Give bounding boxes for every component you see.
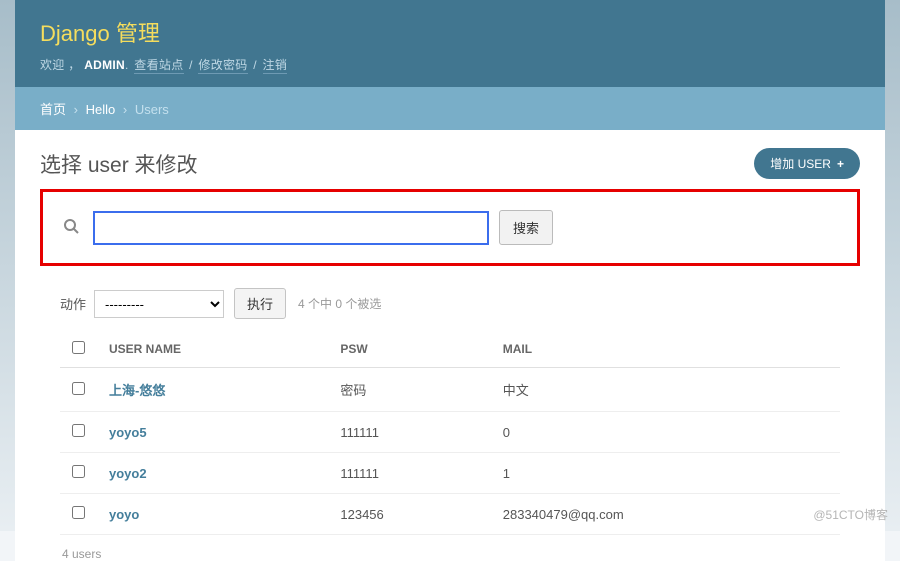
username: ADMIN (84, 58, 125, 72)
search-button[interactable]: 搜索 (499, 210, 553, 245)
plus-icon: + (837, 157, 844, 171)
go-button[interactable]: 执行 (234, 288, 286, 319)
table-row: yoyo5 1111110 (60, 412, 840, 453)
search-input[interactable] (93, 211, 489, 245)
actions-select[interactable]: --------- (94, 290, 224, 318)
breadcrumb: 首页 › Hello › Users (15, 87, 885, 130)
row-psw: 111111 (328, 453, 490, 494)
row-psw: 111111 (328, 412, 490, 453)
breadcrumb-sep: › (74, 102, 78, 117)
col-username[interactable]: USER NAME (97, 331, 328, 368)
row-psw: 密码 (328, 368, 490, 412)
row-mail: 中文 (491, 368, 840, 412)
welcome-text: 欢迎 ， (40, 58, 81, 72)
row-mail: 0 (491, 412, 840, 453)
row-checkbox[interactable] (72, 465, 85, 478)
change-password-link[interactable]: 修改密码 (198, 58, 247, 74)
results-table: USER NAME PSW MAIL 上海-悠悠 密码中文 yoyo5 1111110… (60, 331, 840, 535)
watermark: @51CTO博客 (813, 506, 888, 523)
actions-bar: 动作 --------- 执行 4 个中 0 个被选 (40, 280, 860, 331)
row-checkbox[interactable] (72, 382, 85, 395)
row-mail: 1 (491, 453, 840, 494)
dot: . (125, 58, 129, 72)
user-tools: 欢迎 ， ADMIN. 查看站点 / 修改密码 / 注销 (40, 56, 860, 73)
breadcrumb-current: Users (135, 102, 169, 117)
add-user-button[interactable]: 增加 USER + (754, 148, 860, 179)
select-all-checkbox[interactable] (72, 341, 85, 354)
breadcrumb-home[interactable]: 首页 (40, 102, 66, 117)
branding-link[interactable]: Django 管理 (40, 21, 160, 46)
admin-header: Django 管理 欢迎 ， ADMIN. 查看站点 / 修改密码 / 注销 (15, 0, 885, 87)
table-row: yoyo2 1111111 (60, 453, 840, 494)
breadcrumb-app[interactable]: Hello (86, 102, 116, 117)
row-username-link[interactable]: 上海-悠悠 (109, 383, 165, 398)
add-button-label: 增加 USER (770, 155, 831, 172)
col-psw[interactable]: PSW (328, 331, 490, 368)
row-checkbox[interactable] (72, 424, 85, 437)
search-panel: 搜索 (40, 189, 860, 266)
paginator: 4 users (40, 535, 860, 561)
selection-counter: 4 个中 0 个被选 (298, 295, 381, 312)
row-psw: 123456 (328, 494, 490, 535)
row-username-link[interactable]: yoyo2 (109, 466, 147, 481)
col-mail[interactable]: MAIL (491, 331, 840, 368)
search-icon (63, 218, 79, 238)
breadcrumb-sep: › (123, 102, 127, 117)
logout-link[interactable]: 注销 (263, 58, 288, 74)
row-username-link[interactable]: yoyo5 (109, 425, 147, 440)
branding: Django 管理 (40, 16, 860, 48)
table-row: yoyo 123456283340479@qq.com (60, 494, 840, 535)
table-row: 上海-悠悠 密码中文 (60, 368, 840, 412)
page-title: 选择 user 来修改 (40, 149, 198, 179)
row-username-link[interactable]: yoyo (109, 507, 139, 522)
row-mail: 283340479@qq.com (491, 494, 840, 535)
row-checkbox[interactable] (72, 506, 85, 519)
actions-label: 动作 (60, 294, 86, 313)
view-site-link[interactable]: 查看站点 (134, 58, 183, 74)
